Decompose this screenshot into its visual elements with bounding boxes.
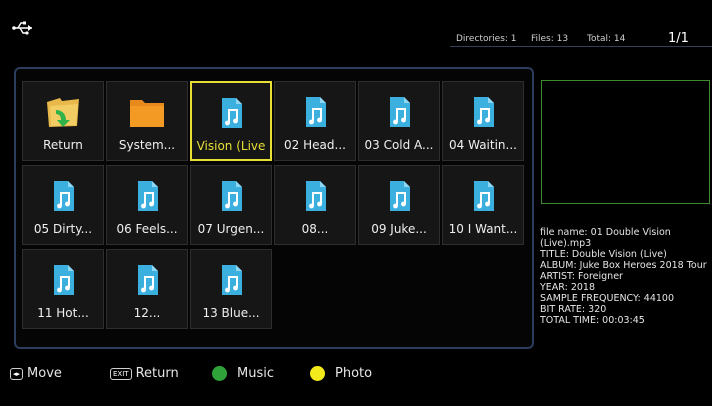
file-browser-grid: Return System... Vision (Live 02 Head... 03 … (14, 67, 534, 349)
file-tile[interactable]: 10 I Want... (442, 165, 524, 245)
info-album: ALBUM: Juke Box Heroes 2018 Tour (540, 260, 707, 271)
music-file-icon (380, 94, 418, 130)
file-info-panel: file name: 01 Double Vision (Live).mp3 T… (540, 227, 712, 326)
file-tile-label: 12... (133, 306, 161, 320)
header-divider (450, 46, 712, 47)
info-total-time: TOTAL TIME: 00:03:45 (540, 315, 645, 326)
green-dot-icon (212, 366, 227, 381)
file-tile[interactable]: 09 Juke... (358, 165, 440, 245)
file-tile[interactable]: 04 Waitin... (442, 81, 524, 161)
usb-icon (12, 21, 32, 35)
move-label: Move (27, 366, 62, 381)
total-count: Total: 14 (587, 34, 626, 44)
info-bit-rate: BIT RATE: 320 (540, 304, 607, 315)
music-file-icon (380, 178, 418, 214)
music-file-icon (212, 262, 250, 298)
music-file-icon (464, 94, 502, 130)
music-file-icon (464, 178, 502, 214)
return-folder-icon (44, 94, 82, 130)
music-file-icon (44, 178, 82, 214)
music-file-icon (44, 262, 82, 298)
music-file-icon (212, 178, 250, 214)
file-tile[interactable]: 03 Cold A... (358, 81, 440, 161)
bottom-bar: ◂▸ Move EXIT Return Music Photo (0, 362, 712, 386)
info-file-name: file name: 01 Double Vision (Live).mp3 (540, 227, 671, 249)
file-tile[interactable]: 11 Hot... (22, 249, 104, 329)
file-tile-label: System... (118, 138, 176, 152)
music-file-icon (128, 178, 166, 214)
file-tile-label: 13 Blue... (202, 306, 260, 320)
file-tile-label: 06 Feels... (116, 222, 178, 236)
file-tile[interactable]: 02 Head... (274, 81, 356, 161)
files-count: Files: 13 (531, 34, 569, 44)
file-tile[interactable]: 08... (274, 165, 356, 245)
info-year: YEAR: 2018 (540, 282, 596, 293)
file-tile[interactable]: 07 Urgen... (190, 165, 272, 245)
file-tile-label: 08... (301, 222, 329, 236)
photo-label: Photo (335, 366, 373, 381)
file-tile-label: 10 I Want... (448, 222, 518, 236)
file-tile-label: 02 Head... (284, 138, 346, 152)
music-file-icon (296, 178, 334, 214)
info-title: TITLE: Double Vision (Live) (540, 249, 667, 260)
exit-key-icon: EXIT (110, 367, 132, 380)
file-tile[interactable]: Return (22, 81, 104, 161)
file-tile-label: Vision (Live (196, 139, 266, 153)
music-button[interactable]: Music (212, 366, 274, 381)
page-indicator: 1/1 (668, 31, 689, 46)
file-tile-label: 09 Juke... (371, 222, 427, 236)
file-tile[interactable]: Vision (Live (190, 81, 272, 161)
file-tile[interactable]: System... (106, 81, 188, 161)
music-file-icon (296, 94, 334, 130)
file-tile-label: 03 Cold A... (364, 138, 434, 152)
file-tile-label: 07 Urgen... (197, 222, 265, 236)
file-tile-label: 11 Hot... (37, 306, 89, 320)
info-sample-frequency: SAMPLE FREQUENCY: 44100 (540, 293, 675, 304)
music-label: Music (237, 366, 274, 381)
file-tile-label: 04 Waitin... (449, 138, 517, 152)
return-label: Return (135, 366, 179, 381)
file-tile[interactable]: 05 Dirty... (22, 165, 104, 245)
move-hint: ◂▸ Move (10, 366, 62, 381)
photo-button[interactable]: Photo (310, 366, 372, 381)
preview-pane (541, 80, 710, 204)
music-file-icon (128, 262, 166, 298)
file-tile-label: 05 Dirty... (33, 222, 93, 236)
file-tile-label: Return (43, 138, 83, 152)
music-file-icon (212, 95, 250, 131)
move-key-icon: ◂▸ (10, 367, 24, 380)
file-tile[interactable]: 13 Blue... (190, 249, 272, 329)
yellow-dot-icon (310, 366, 325, 381)
directories-count: Directories: 1 (456, 34, 517, 44)
return-hint: EXIT Return (110, 366, 179, 381)
file-tile[interactable]: 12... (106, 249, 188, 329)
info-artist: ARTIST: Foreigner (540, 271, 623, 282)
file-tile[interactable]: 06 Feels... (106, 165, 188, 245)
folder-icon (128, 94, 166, 130)
